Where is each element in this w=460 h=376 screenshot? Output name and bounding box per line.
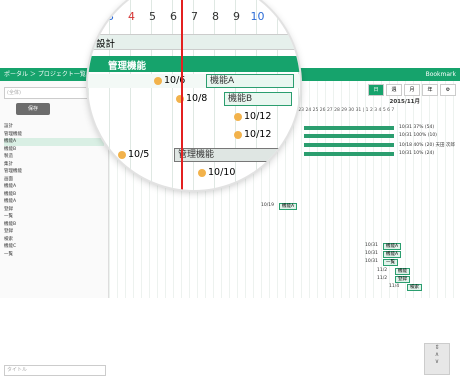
lens-section-management: 管理機能 [88, 56, 300, 72]
view-button[interactable]: 週 [386, 84, 402, 96]
view-button[interactable]: 日 [368, 84, 384, 96]
task-bar[interactable]: 一覧 [383, 259, 398, 266]
row-summary: 10/31 10% (24) [399, 151, 435, 156]
view-button[interactable]: 年 [422, 84, 438, 96]
row-summary: 10/31 37% (54) [399, 125, 435, 130]
task-date: 10/31 [365, 243, 378, 248]
task-bar[interactable]: 機能 [395, 268, 410, 275]
view-toolbar: 日週月年 ⚙ [368, 84, 456, 96]
task-date: 11/4 [389, 284, 400, 289]
lens-day: 3 [107, 10, 114, 23]
save-button[interactable]: 保存 [16, 103, 50, 115]
lens-row-a: 10/6 機能A [88, 74, 300, 88]
tree-item[interactable]: 機能B [4, 191, 104, 199]
view-button[interactable]: 月 [404, 84, 420, 96]
tree-item[interactable]: 登録 [4, 228, 104, 236]
breadcrumb[interactable]: ポータル ＞ プロジェクト一覧 ＞ [4, 68, 94, 81]
task-date: 10/31 [365, 251, 378, 256]
tree-item[interactable]: 機能A [4, 198, 104, 206]
lens-day-header: 3 4 5 6 7 8 9 10 [100, 10, 268, 23]
lens-day: 4 [128, 10, 135, 23]
user-avatar-icon [118, 150, 126, 159]
task-date: 10/19 [261, 203, 274, 208]
lens-day: 7 [191, 10, 198, 23]
row-summary: 10/18 40% (20) 天田 次郎 [399, 143, 455, 148]
progress-bar[interactable] [304, 134, 394, 138]
tree-item[interactable]: 一覧 [4, 251, 104, 259]
task-bar[interactable]: 検索 [407, 284, 422, 291]
progress-bar[interactable] [304, 152, 394, 156]
lens-row-d: 10/12 [88, 128, 300, 142]
view-button[interactable]: ⚙ [440, 84, 456, 96]
lens-day: 8 [212, 10, 219, 23]
lens-day: 5 [149, 10, 156, 23]
title-field[interactable]: タイトル [4, 365, 106, 376]
lens-day: 10 [250, 10, 265, 23]
day-header: 21 22 23 24 25 26 27 28 29 30 31 | 1 2 3… [284, 108, 395, 113]
tree-item[interactable]: 一覧 [4, 213, 104, 221]
user-avatar-icon [198, 168, 206, 177]
user-avatar-icon [234, 130, 242, 139]
month-label: 2015/11月 [389, 99, 420, 105]
lens-row-c: 10/12 [88, 110, 300, 124]
task-date: 10/31 [365, 259, 378, 264]
scroll-control[interactable]: ⇕ ∧ ∨ [424, 343, 450, 375]
task-bar[interactable]: 機能A [383, 243, 402, 250]
lens-row-e: 10/5 管理機能 [88, 148, 300, 162]
lens-day: 9 [233, 10, 240, 23]
user-avatar-icon [154, 76, 162, 85]
task-date: 11/2 [377, 268, 388, 273]
progress-bar[interactable] [304, 126, 394, 130]
task-bar[interactable]: 登録 [395, 276, 410, 283]
tree-item[interactable]: 登録 [4, 206, 104, 214]
task-bar[interactable]: 機能A [383, 251, 402, 258]
magnifier-lens: 3 4 5 6 7 8 9 10 設計 管理機能 10/6 機能A 10/8 機能B 10/1… [88, 0, 300, 190]
tree-item[interactable]: 機能B [4, 221, 104, 229]
user-avatar-icon [234, 112, 242, 121]
tree-item[interactable]: 機能C [4, 243, 104, 251]
progress-bar[interactable] [304, 143, 394, 147]
lens-row-f: 10/10 [88, 166, 300, 180]
lens-row-b: 10/8 機能B [88, 92, 300, 106]
today-line [181, 0, 183, 190]
tree-item[interactable]: 検索 [4, 236, 104, 244]
task-bar-a[interactable]: 機能A [206, 74, 294, 88]
task-bar[interactable]: 機能A [279, 203, 298, 210]
task-bar-b[interactable]: 機能B [224, 92, 292, 106]
bookmark-link[interactable]: Bookmark [426, 68, 456, 81]
lens-section-design: 設計 [88, 34, 300, 50]
task-bar-e[interactable]: 管理機能 [174, 148, 300, 162]
row-summary: 10/31 100% (10) [399, 133, 437, 138]
task-date: 11/2 [377, 276, 388, 281]
